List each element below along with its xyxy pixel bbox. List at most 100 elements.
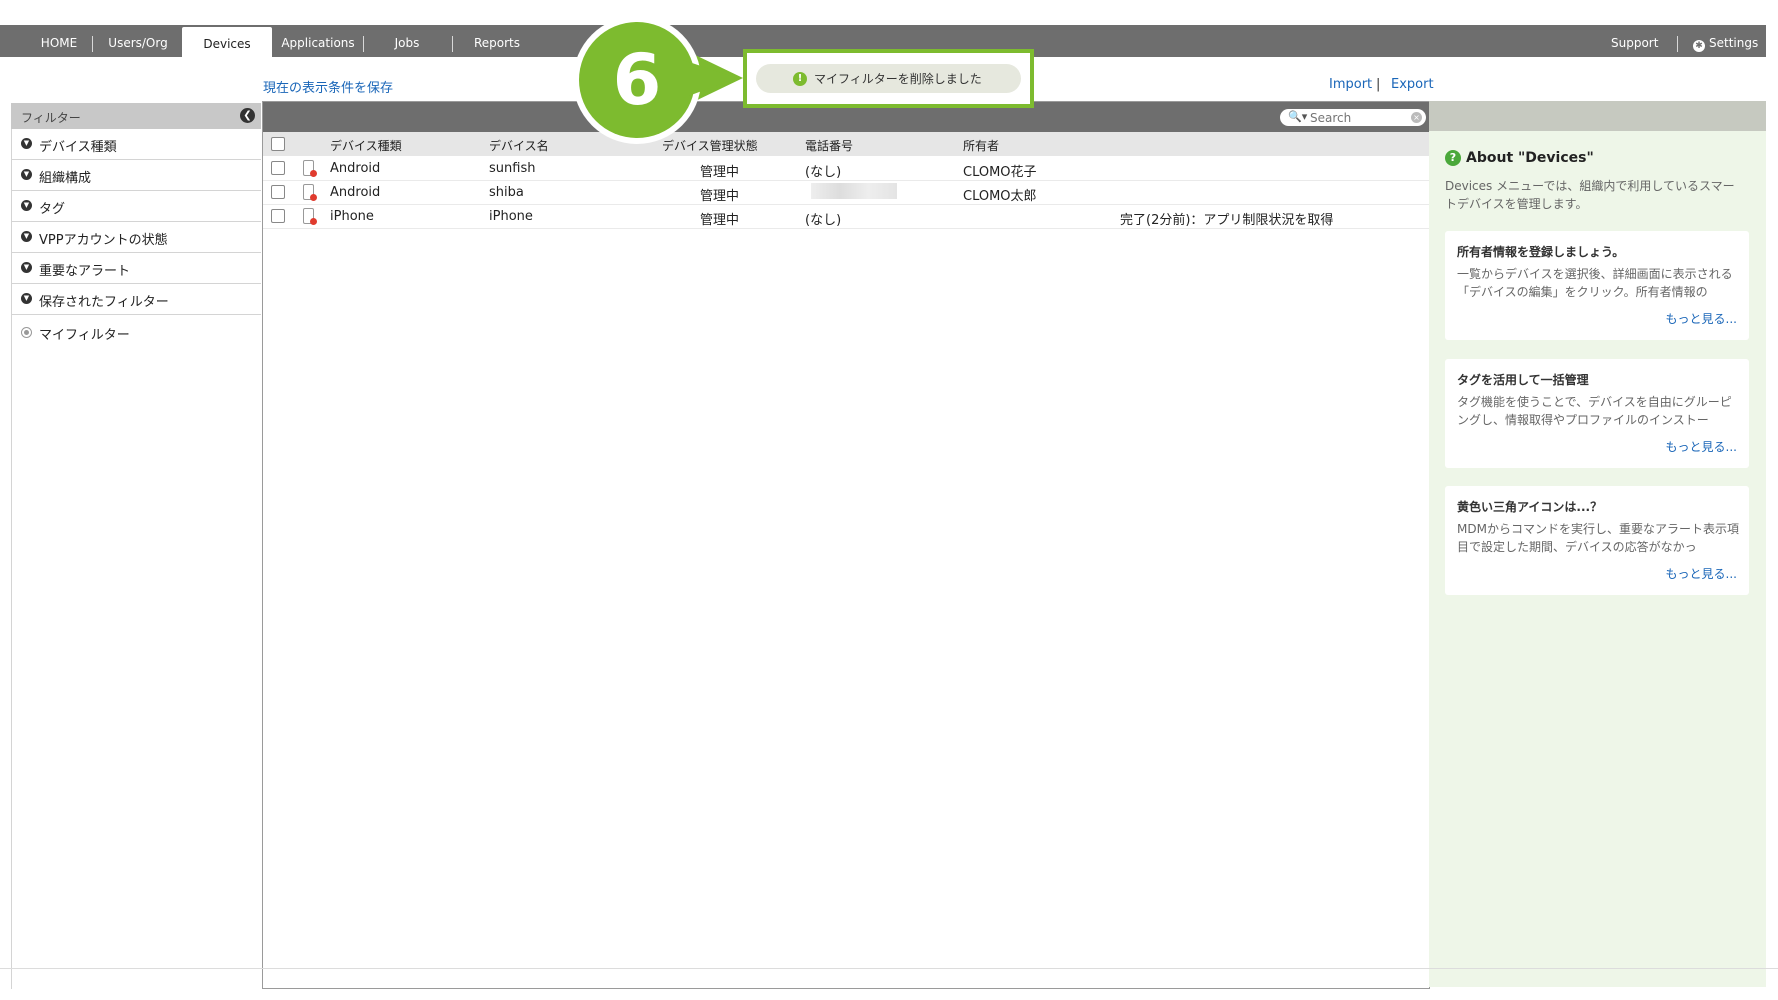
link-separator: |: [1376, 77, 1381, 92]
search-box[interactable]: 🔍▾ ×: [1280, 109, 1426, 126]
sidebar-item-label: VPPアカウントの状態: [39, 233, 168, 248]
tip-card-title: 所有者情報を登録しましょう。: [1457, 245, 1625, 259]
step-callout: 6: [571, 14, 743, 146]
toast-message: マイフィルターを削除しました: [814, 72, 982, 86]
table-row[interactable]: iPhone iPhone 管理中 (なし) 完了(2分前)：アプリ制限状況を取…: [263, 204, 1429, 229]
settings-label: Settings: [1709, 36, 1759, 50]
search-icon: 🔍▾: [1288, 110, 1308, 123]
chevron-down-icon: ▼: [21, 262, 32, 273]
gear-icon: ✱: [1693, 40, 1705, 52]
redacted-phone: [811, 183, 897, 199]
more-link[interactable]: もっと見る...: [1666, 565, 1737, 582]
table-row[interactable]: Android sunfish 管理中 (なし) CLOMO花子: [263, 156, 1429, 181]
sidebar-item-label: デバイス種類: [39, 140, 117, 155]
cell-phone: (なし): [805, 165, 842, 180]
column-header[interactable]: デバイス名: [489, 137, 549, 154]
devices-app: HOME Users/Org Devices Applications Jobs…: [0, 25, 1778, 989]
device-alert-icon: [303, 184, 317, 201]
nav-separator: [452, 36, 453, 52]
cell-device-type: iPhone: [330, 209, 374, 224]
tip-card: 所有者情報を登録しましょう。 一覧からデバイスを選択後、詳細画面に表示される「デ…: [1445, 231, 1749, 340]
select-all-checkbox[interactable]: [271, 137, 285, 151]
chevron-down-icon: ▼: [21, 138, 32, 149]
support-link[interactable]: Support: [1611, 25, 1658, 57]
nav-separator: [1677, 36, 1678, 52]
chevron-down-icon: ▼: [21, 169, 32, 180]
window-bottom-edge: [0, 968, 1778, 969]
cell-status: 管理中: [700, 165, 740, 180]
filter-header-label: フィルター: [21, 111, 81, 125]
filter-header: フィルター ❮: [11, 103, 261, 129]
sidebar-item-device-type[interactable]: ▼ デバイス種類: [11, 129, 261, 160]
tab-devices[interactable]: Devices: [182, 27, 272, 59]
column-header[interactable]: 電話番号: [805, 137, 853, 154]
row-checkbox[interactable]: [271, 185, 285, 199]
row-checkbox[interactable]: [271, 161, 285, 175]
tip-card-text: 一覧からデバイスを選択後、詳細画面に表示される「デバイスの編集」をクリック。所有…: [1457, 267, 1733, 299]
sidebar-item-org[interactable]: ▼ 組織構成: [11, 160, 261, 191]
sidebar-item-label: マイフィルター: [39, 328, 130, 343]
about-description: Devices メニューでは、組織内で利用しているスマートデバイスを管理します。: [1445, 179, 1735, 211]
info-icon: !: [793, 72, 807, 86]
about-title: About "Devices": [1466, 150, 1594, 166]
chevron-down-icon: ▼: [21, 231, 32, 242]
cell-status: 管理中: [700, 189, 740, 204]
settings-button[interactable]: ✱ Settings: [1693, 25, 1758, 57]
sidebar-item-my-filters[interactable]: マイフィルター: [11, 317, 261, 347]
device-alert-icon: [303, 208, 317, 225]
sidebar-item-label: 重要なアラート: [39, 264, 131, 279]
cell-owner: CLOMO太郎: [963, 189, 1037, 204]
chevron-down-icon: ▼: [21, 293, 32, 304]
import-link[interactable]: Import: [1329, 77, 1372, 92]
cell-device-type: Android: [330, 161, 381, 176]
about-panel: ? About "Devices" Devices メニューでは、組織内で利用し…: [1429, 101, 1766, 987]
tip-card: 黄色い三角アイコンは...？ MDMからコマンドを実行し、重要なアラート表示項目…: [1445, 486, 1749, 595]
clear-icon[interactable]: ×: [1411, 112, 1422, 123]
nav-separator: [363, 36, 364, 52]
tip-card-title: タグを活用して一括管理: [1457, 373, 1589, 387]
more-link[interactable]: もっと見る...: [1666, 438, 1737, 455]
sidebar-item-vpp[interactable]: ▼ VPPアカウントの状態: [11, 222, 261, 253]
cell-device-name: iPhone: [489, 209, 533, 224]
device-alert-icon: [303, 160, 317, 177]
nav-separator: [92, 36, 93, 52]
sidebar-item-label: 保存されたフィルター: [39, 295, 169, 310]
tab-home[interactable]: HOME: [18, 25, 100, 57]
device-list-panel: 🔍▾ × デバイス種類 デバイス名 デバイス管理状態 電話番号 所有者 Andr…: [262, 101, 1430, 989]
row-checkbox[interactable]: [271, 209, 285, 223]
save-view-link[interactable]: 現在の表示条件を保存: [263, 77, 393, 96]
table-header: デバイス種類 デバイス名 デバイス管理状態 電話番号 所有者: [263, 132, 1429, 156]
export-link[interactable]: Export: [1391, 77, 1434, 92]
chevron-down-icon: ▼: [21, 200, 32, 211]
sidebar-item-alerts[interactable]: ▼ 重要なアラート: [11, 253, 261, 284]
search-input[interactable]: [1310, 109, 1408, 126]
tip-card-text: タグ機能を使うことで、デバイスを自由にグルーピングし、情報取得やプロファイルのイ…: [1457, 395, 1732, 427]
column-header[interactable]: 所有者: [963, 137, 999, 154]
tab-applications[interactable]: Applications: [276, 25, 360, 57]
notification-toast: ! マイフィルターを削除しました: [756, 64, 1021, 93]
cell-status: 管理中: [700, 213, 740, 228]
cell-device-name: shiba: [489, 185, 524, 200]
tip-card: タグを活用して一括管理 タグ機能を使うことで、デバイスを自由にグルーピングし、情…: [1445, 359, 1749, 468]
sidebar-item-tag[interactable]: ▼ タグ: [11, 191, 261, 222]
column-header[interactable]: デバイス種類: [330, 137, 402, 154]
collapse-left-icon[interactable]: ❮: [240, 108, 255, 123]
step-number: 6: [612, 39, 662, 121]
toast-highlight-frame: ! マイフィルターを削除しました: [743, 49, 1034, 108]
tip-card-title: 黄色い三角アイコンは...？: [1457, 500, 1603, 514]
tab-reports[interactable]: Reports: [460, 25, 534, 57]
cell-owner: CLOMO花子: [963, 165, 1037, 180]
about-panel-header: [1429, 101, 1766, 131]
sidebar-item-saved-filters[interactable]: ▼ 保存されたフィルター: [11, 284, 261, 315]
help-icon: ?: [1445, 150, 1461, 166]
table-row[interactable]: Android shiba 管理中 CLOMO太郎: [263, 180, 1429, 205]
cell-phone: (なし): [805, 213, 842, 228]
tip-card-text: MDMからコマンドを実行し、重要なアラート表示項目で設定した期間、デバイスの応答…: [1457, 522, 1739, 554]
sidebar-item-label: タグ: [39, 202, 66, 217]
cell-device-type: Android: [330, 185, 381, 200]
more-link[interactable]: もっと見る...: [1666, 310, 1737, 327]
sidebar-item-label: 組織構成: [39, 171, 92, 186]
radio-icon: [21, 327, 32, 338]
tab-jobs[interactable]: Jobs: [370, 25, 444, 57]
tab-users-org[interactable]: Users/Org: [98, 25, 178, 57]
